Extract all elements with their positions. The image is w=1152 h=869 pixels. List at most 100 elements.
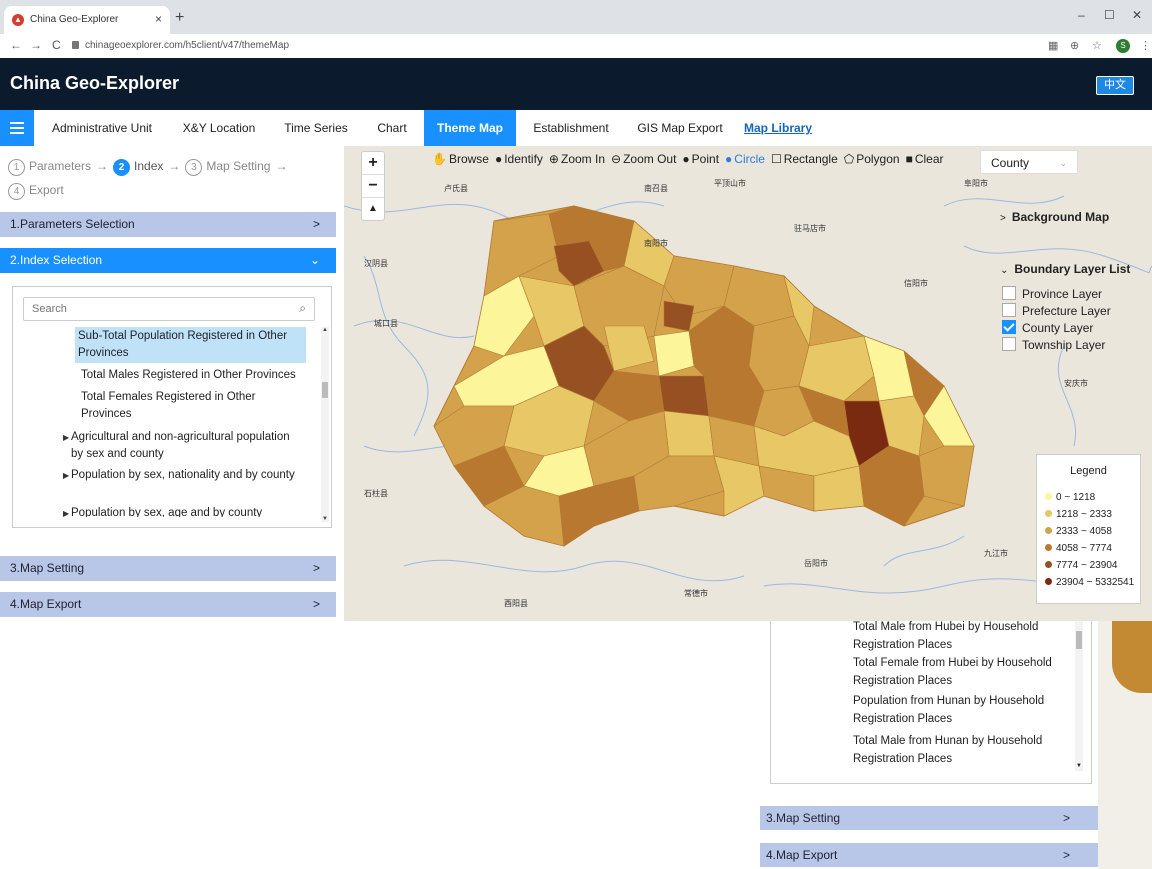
inset-scrollbar[interactable]: ▼	[1075, 621, 1083, 771]
admin-level-select[interactable]: County ⌄	[980, 150, 1078, 174]
zoom-out-button[interactable]: −	[362, 175, 384, 198]
county-region[interactable]	[663, 410, 715, 457]
boundary-layer-toggle[interactable]: ⌄ Boundary Layer List	[1000, 262, 1130, 276]
main-nav: Administrative Unit X&Y Location Time Se…	[0, 110, 1152, 147]
maximize-icon[interactable]: ☐	[1104, 8, 1115, 22]
legend-label: 0 ~ 1218	[1056, 492, 1096, 503]
step-4-label[interactable]: Export	[29, 183, 64, 197]
layer-township[interactable]: Township Layer	[1002, 337, 1105, 353]
step-4-number: 4	[8, 183, 25, 200]
compass-icon[interactable]: ▲	[362, 198, 384, 220]
bookmark-star-icon[interactable]: ☆	[1092, 39, 1102, 52]
checkbox[interactable]	[1002, 303, 1016, 317]
reload-icon[interactable]: C	[52, 38, 61, 52]
step-1-label[interactable]: Parameters	[29, 159, 91, 173]
index-tree-scrollbar[interactable]: ▲ ▼	[321, 327, 329, 522]
tab-close-icon[interactable]: ×	[155, 12, 162, 26]
new-tab-icon[interactable]: +	[175, 9, 184, 27]
nav-map-library[interactable]: Map Library	[742, 110, 814, 146]
inset-accordion-map-setting[interactable]: 3.Map Setting >	[760, 806, 1098, 830]
checkbox-checked[interactable]	[1002, 320, 1016, 334]
index-tree-panel: ⌕ Sub-Total Population Registered in Oth…	[12, 286, 332, 528]
inset-accordion-map-export[interactable]: 4.Map Export >	[760, 843, 1098, 867]
tree-item-females-other-provinces[interactable]: Total Females Registered in Other Provin…	[81, 389, 281, 423]
county-region[interactable]	[663, 300, 695, 332]
profile-avatar[interactable]: S	[1116, 39, 1130, 53]
inset-item-population-hunan[interactable]: Population from Hunan by Household Regis…	[853, 692, 1075, 728]
accordion-map-export[interactable]: 4.Map Export >	[0, 592, 336, 617]
county-region[interactable]	[918, 445, 975, 507]
nav-xy-location[interactable]: X&Y Location	[178, 110, 260, 146]
inset-scroll-thumb[interactable]	[1076, 631, 1082, 649]
caret-right-icon: ▶	[63, 471, 70, 480]
nav-administrative-unit[interactable]: Administrative Unit	[48, 110, 156, 146]
menu-toggle-icon[interactable]	[0, 110, 34, 146]
zoom-in-button[interactable]: +	[362, 152, 384, 175]
nav-time-series[interactable]: Time Series	[282, 110, 350, 146]
map-place-label: 信阳市	[904, 278, 928, 288]
zoom-out-icon: ⊖	[611, 152, 622, 166]
background-map-toggle[interactable]: > Background Map	[1000, 210, 1109, 224]
scroll-down-icon[interactable]: ▼	[321, 516, 329, 522]
tree-group-nationality[interactable]: ▶ Population by sex, nationality and by c…	[63, 467, 301, 484]
layer-prefecture[interactable]: Prefecture Layer	[1002, 303, 1111, 319]
chevron-down-icon: ⌄	[1059, 158, 1067, 168]
browser-tab[interactable]: ▲ China Geo-Explorer ×	[4, 6, 170, 34]
minimize-icon[interactable]: –	[1078, 8, 1085, 22]
inset-item-male-hubei[interactable]: Total Male from Hubei by Household Regis…	[853, 621, 1075, 654]
step-3-label[interactable]: Map Setting	[206, 159, 270, 173]
tree-group-age[interactable]: ▶ Population by sex, age and by county	[63, 505, 301, 517]
tool-browse[interactable]: ✋ Browse	[432, 152, 489, 166]
tree-item-subtotal-other-provinces[interactable]: Sub-Total Population Registered in Other…	[75, 327, 306, 363]
tree-group-label: Population by sex, age and by county	[71, 507, 263, 517]
tool-point[interactable]: ● Point	[682, 152, 719, 166]
map-place-label: 常德市	[684, 588, 708, 598]
tool-identify[interactable]: ● Identify	[495, 152, 543, 166]
tool-rectangle[interactable]: ☐ Rectangle	[771, 152, 838, 166]
url-field[interactable]: chinageoexplorer.com/h5client/v47/themeM…	[72, 37, 1022, 55]
step-1-number: 1	[8, 159, 25, 176]
checkbox[interactable]	[1002, 337, 1016, 351]
nav-gis-map-export[interactable]: GIS Map Export	[634, 110, 726, 146]
step-arrow-icon: →	[96, 159, 109, 173]
scroll-thumb[interactable]	[322, 382, 328, 398]
tool-circle[interactable]: ● Circle	[725, 152, 765, 166]
tool-polygon[interactable]: ⬠ Polygon	[844, 152, 900, 166]
inset-item-female-hubei[interactable]: Total Female from Hubei by Household Reg…	[853, 654, 1075, 690]
checkbox[interactable]	[1002, 286, 1016, 300]
index-search-input[interactable]	[24, 298, 284, 320]
legend-label: 7774 ~ 23904	[1056, 560, 1118, 571]
accordion-map-setting[interactable]: 3.Map Setting >	[0, 556, 336, 581]
close-window-icon[interactable]: ✕	[1132, 8, 1142, 22]
index-search-box: ⌕	[23, 297, 315, 321]
search-icon[interactable]: ⌕	[299, 301, 306, 316]
accordion-index-selection[interactable]: 2.Index Selection ⌄	[0, 248, 336, 273]
nav-theme-map[interactable]: Theme Map	[424, 110, 516, 146]
layer-title-label: Boundary Layer List	[1014, 262, 1131, 276]
nav-establishment[interactable]: Establishment	[530, 110, 612, 146]
tool-zoom-out[interactable]: ⊖ Zoom Out	[611, 152, 676, 166]
translate-icon[interactable]: ▦	[1048, 39, 1058, 52]
scroll-up-icon[interactable]: ▲	[321, 327, 329, 333]
inset-item-male-hunan[interactable]: Total Male from Hunan by Household Regis…	[853, 732, 1075, 768]
map-place-label: 平顶山市	[714, 178, 746, 188]
step-2-label[interactable]: Index	[134, 159, 163, 173]
accordion-parameters-selection[interactable]: 1.Parameters Selection >	[0, 212, 336, 237]
zoom-page-icon[interactable]: ⊕	[1070, 39, 1079, 52]
layer-province[interactable]: Province Layer	[1002, 286, 1102, 302]
address-bar: ← → C chinageoexplorer.com/h5client/v47/…	[0, 34, 1152, 59]
nav-chart[interactable]: Chart	[372, 110, 412, 146]
tree-group-agricultural[interactable]: ▶ Agricultural and non-agricultural popul…	[63, 429, 301, 463]
tree-item-males-other-provinces[interactable]: Total Males Registered in Other Province…	[81, 367, 306, 384]
forward-icon[interactable]: →	[30, 38, 42, 52]
tool-zoom-in[interactable]: ⊕ Zoom In	[549, 152, 605, 166]
chevron-right-icon: >	[1062, 811, 1070, 825]
back-icon[interactable]: ←	[10, 38, 22, 52]
tool-clear[interactable]: ■ Clear	[906, 152, 944, 166]
layer-county[interactable]: County Layer	[1002, 320, 1093, 336]
language-toggle-button[interactable]: 中文	[1096, 76, 1134, 95]
browser-menu-icon[interactable]: ⋮	[1140, 39, 1151, 52]
map-view[interactable]: 卢氏县 南召县 平顶山市 南阳市 驻马店市 信阳市 阜阳市 汉阴县 城口县 石柱…	[344, 146, 1152, 621]
scroll-down-icon[interactable]: ▼	[1075, 763, 1083, 769]
county-region[interactable]	[658, 375, 710, 417]
